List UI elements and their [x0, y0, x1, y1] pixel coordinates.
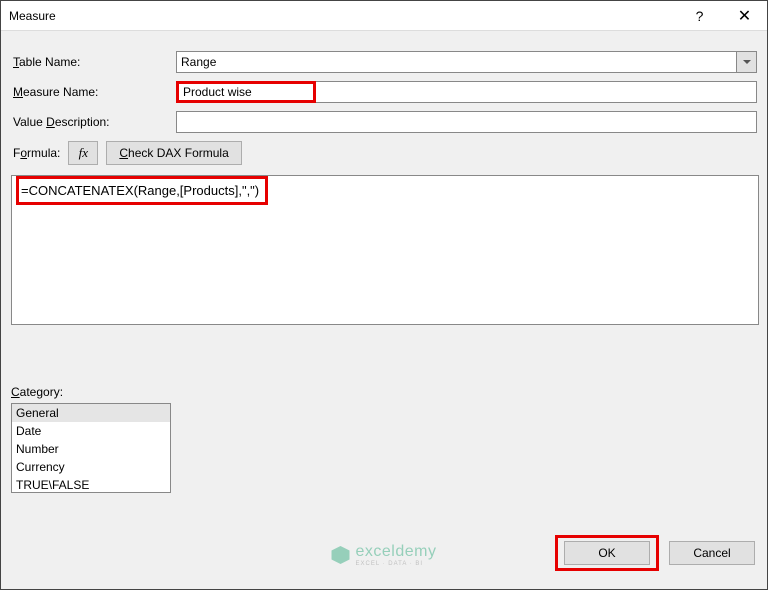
help-button[interactable]: ?	[677, 1, 722, 31]
table-name-row: Table Name:	[11, 51, 757, 73]
list-item[interactable]: General	[12, 404, 170, 422]
formula-textarea[interactable]: =CONCATENATEX(Range,[Products],",")	[11, 175, 759, 325]
dialog-buttons: OK Cancel	[555, 535, 755, 571]
category-listbox[interactable]: General Date Number Currency TRUE\FALSE	[11, 403, 171, 493]
ok-button[interactable]: OK	[564, 541, 650, 565]
ok-highlight: OK	[555, 535, 659, 571]
table-name-dropdown[interactable]	[176, 51, 757, 73]
list-item[interactable]: Date	[12, 422, 170, 440]
table-name-dropdown-button[interactable]	[737, 51, 757, 73]
value-description-label: Value Description:	[11, 115, 176, 129]
formula-label: Formula:	[11, 146, 60, 160]
cancel-button[interactable]: Cancel	[669, 541, 755, 565]
check-dax-button[interactable]: Check DAX Formula	[106, 141, 241, 165]
list-item[interactable]: Number	[12, 440, 170, 458]
list-item[interactable]: Currency	[12, 458, 170, 476]
watermark-icon	[332, 546, 350, 564]
table-name-field[interactable]	[176, 51, 737, 73]
measure-name-field[interactable]	[176, 81, 316, 103]
list-item[interactable]: TRUE\FALSE	[12, 476, 170, 493]
fx-button[interactable]: fx	[68, 141, 98, 165]
measure-name-row: Measure Name:	[11, 81, 757, 103]
chevron-down-icon	[743, 60, 751, 64]
titlebar: Measure ? ✕	[1, 1, 767, 31]
category-label: Category:	[11, 385, 757, 399]
window-title: Measure	[9, 9, 677, 23]
value-description-field[interactable]	[176, 111, 757, 133]
watermark: exceldemy EXCEL · DATA · BI	[332, 543, 437, 567]
measure-name-field-ext[interactable]	[316, 81, 757, 103]
measure-dialog: Measure ? ✕ Table Name: Measure Name:	[0, 0, 768, 590]
value-description-row: Value Description:	[11, 111, 757, 133]
category-section: Category: General Date Number Currency T…	[11, 385, 757, 493]
dialog-content: Table Name: Measure Name: Value Descript…	[1, 31, 767, 503]
measure-name-label: Measure Name:	[11, 85, 176, 99]
formula-row: Formula: fx Check DAX Formula	[11, 141, 757, 165]
formula-text: =CONCATENATEX(Range,[Products],",")	[16, 176, 268, 205]
table-name-label: Table Name:	[11, 55, 176, 69]
close-button[interactable]: ✕	[722, 1, 767, 31]
